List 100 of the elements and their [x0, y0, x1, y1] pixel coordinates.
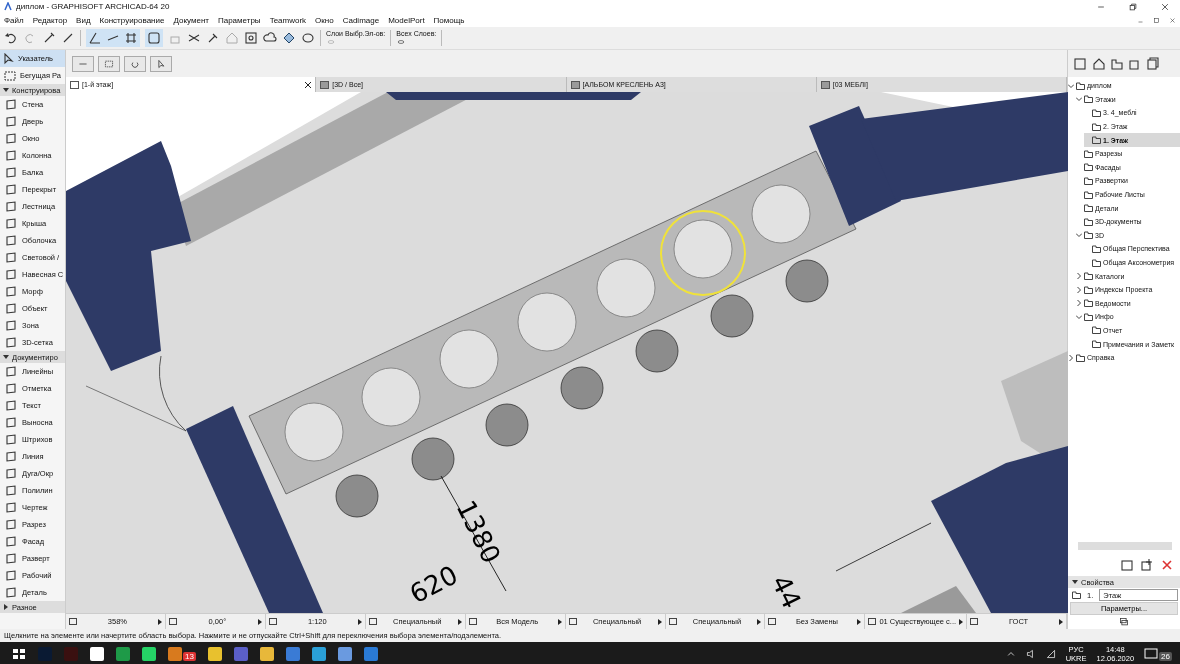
notifications-icon[interactable]	[1144, 647, 1159, 661]
network-icon[interactable]	[1045, 649, 1056, 659]
outline-shape-icon	[5, 167, 17, 178]
delete-icon[interactable]	[1160, 558, 1174, 572]
restore-icon[interactable]	[1128, 1, 1138, 12]
menu-item[interactable]: Конструирование	[99, 15, 165, 25]
outline-shape-icon	[5, 303, 17, 314]
caret-right-icon	[357, 618, 362, 625]
outline-shape-icon	[5, 150, 17, 161]
caret-right-icon	[557, 618, 562, 625]
menu-item[interactable]: Файл	[4, 15, 24, 25]
outline-shape-icon	[5, 553, 17, 564]
square-icon[interactable]	[147, 31, 161, 45]
outline-shape-icon	[5, 201, 17, 212]
arrow-pointer-icon[interactable]	[155, 58, 167, 69]
dropdown-button[interactable]	[98, 55, 120, 72]
outline-shape-icon	[5, 587, 17, 598]
menu-item[interactable]: Окно	[315, 15, 334, 25]
stack-icon[interactable]	[1146, 56, 1160, 71]
small-outline-icon	[468, 618, 477, 625]
notification-badge: 13	[183, 652, 196, 661]
outline-shape-icon	[5, 383, 17, 394]
outline-shape-icon	[5, 366, 17, 377]
outline-shape-icon	[5, 99, 17, 110]
outline-shape-icon	[5, 468, 17, 479]
outline-shape-icon	[5, 116, 17, 127]
dimension-label: 44	[765, 570, 808, 613]
chevron-down-icon[interactable]	[1076, 313, 1082, 320]
app-icon[interactable]	[259, 647, 274, 661]
small-outline-icon	[868, 618, 877, 625]
caret-right-icon	[657, 618, 662, 625]
app-icon[interactable]	[311, 647, 326, 661]
outline-shape-icon	[5, 235, 17, 246]
chevron-down-icon[interactable]	[1076, 232, 1082, 239]
menu-item[interactable]: ModelPort	[388, 15, 425, 25]
window-icon[interactable]	[1120, 558, 1134, 572]
windows-logo-icon[interactable]	[12, 647, 26, 661]
close-icon[interactable]	[305, 81, 312, 88]
scrollbar[interactable]	[1078, 542, 1172, 550]
menu-item[interactable]: Помощь	[433, 15, 465, 25]
outline-shape-icon	[5, 434, 17, 445]
rotate-button[interactable]	[124, 55, 146, 72]
dashed-rectangle-icon[interactable]	[103, 58, 115, 69]
app-icon[interactable]	[207, 647, 222, 661]
outline-shape-icon	[5, 502, 17, 513]
outline-shape-icon	[5, 400, 17, 411]
outline-shape-icon	[5, 570, 17, 581]
caret-right-icon	[959, 618, 964, 625]
outline-shape-icon	[5, 269, 17, 280]
arrow-pointer-icon	[4, 52, 14, 65]
cloud-icon[interactable]	[263, 31, 277, 45]
outline-shape-icon	[5, 320, 17, 331]
chevron-up-icon[interactable]	[1005, 649, 1016, 659]
menu-item[interactable]: Cadimage	[342, 15, 380, 25]
caret-right-icon	[1059, 618, 1064, 625]
diamond-icon[interactable]	[282, 31, 296, 45]
undo-icon[interactable]	[4, 31, 18, 45]
notification-count: 26	[1159, 652, 1172, 661]
outline-shape-icon	[5, 133, 17, 144]
dashed-rectangle-icon	[4, 70, 16, 81]
house-icon[interactable]	[1092, 56, 1106, 71]
app-icon[interactable]	[285, 647, 300, 661]
outline-shape-icon	[5, 337, 17, 348]
dropdown-button[interactable]	[72, 55, 94, 72]
frame-icon[interactable]	[244, 31, 258, 45]
small-outline-icon	[568, 618, 577, 625]
angle-icon[interactable]	[88, 31, 102, 45]
menu-item[interactable]: Документ	[173, 15, 209, 25]
chevron-right-icon[interactable]	[1068, 354, 1074, 361]
page-icon	[820, 80, 830, 89]
grid-icon[interactable]	[124, 31, 138, 45]
outline-shape-icon	[5, 286, 17, 297]
menu-item[interactable]: Вид	[76, 15, 91, 25]
small-outline-icon	[268, 618, 277, 625]
small-outline-icon	[168, 618, 177, 625]
menu-item[interactable]: Редактор	[32, 15, 68, 25]
close-icon[interactable]	[1160, 1, 1170, 12]
outline-shape-icon	[5, 252, 17, 263]
caret-down-icon	[3, 354, 9, 360]
outline-shape-icon	[5, 417, 17, 428]
dropdown-button[interactable]	[150, 55, 172, 72]
speaker-icon[interactable]	[1025, 649, 1036, 659]
pen-icon[interactable]	[61, 31, 75, 45]
small-outline-icon	[970, 618, 979, 625]
windows-icon[interactable]	[1119, 617, 1129, 627]
caret-right-icon	[457, 618, 462, 625]
caret-down-icon	[3, 87, 9, 93]
outline-shape-icon	[5, 218, 17, 229]
window-title: диплом - GRAPHISOFT ARCHICAD-64 20	[16, 2, 171, 11]
menu-item[interactable]: Teamwork	[269, 15, 307, 25]
folder-icon[interactable]	[1110, 56, 1124, 71]
menu-item[interactable]: Параметры	[217, 15, 261, 25]
outline-shape-icon	[5, 536, 17, 547]
page-icon	[70, 80, 79, 89]
app-logo-icon	[4, 2, 12, 11]
add-page-icon[interactable]	[1140, 558, 1154, 572]
caret-down-icon	[1072, 579, 1078, 585]
app-icon[interactable]	[337, 647, 352, 661]
small-outline-icon	[668, 618, 677, 625]
eye-icon[interactable]	[396, 38, 407, 46]
